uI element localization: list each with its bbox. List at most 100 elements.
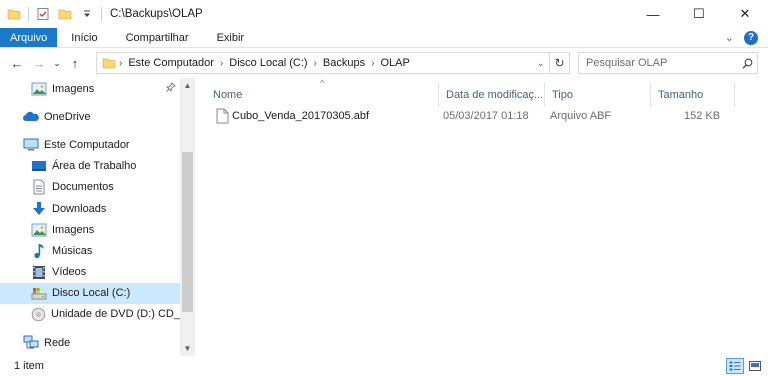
search-input[interactable] [586,57,737,69]
address-bar[interactable]: › Este Computador › Disco Local (C:) › B… [96,52,570,74]
column-label: Nome [213,88,243,101]
maximize-button[interactable]: ☐ [676,0,722,28]
file-type: Arquivo ABF [550,110,612,122]
nav-item-label: OneDrive [44,110,91,123]
crumb-olap[interactable]: OLAP [376,57,413,69]
toolbar-divider [28,7,29,21]
help-icon[interactable]: ? [744,30,758,45]
nav-item-musicas[interactable]: Músicas [0,240,180,261]
nav-item-documentos[interactable]: Documentos [0,177,180,198]
toolbar-divider [101,7,102,21]
nav-item-label: Disco Local (C:) [52,287,131,300]
column-header-data[interactable]: Data de modificaç... [439,82,545,107]
nav-item-label: Vídeos [52,266,87,279]
pin-icon[interactable] [165,82,176,95]
desktop-icon [31,158,47,174]
file-icon [216,106,232,126]
folder-icon [101,55,117,71]
chevron-right-icon[interactable]: › [218,58,225,69]
breadcrumb: › Este Computador › Disco Local (C:) › B… [97,53,531,73]
downloads-icon [31,201,47,217]
dvd-icon [31,306,46,322]
nav-item-label: Documentos [52,181,114,194]
crumb-backups[interactable]: Backups [319,57,369,69]
scroll-down-arrow-icon[interactable]: ▼ [180,341,195,356]
nav-item-disco-local[interactable]: Disco Local (C:) [0,282,180,304]
refresh-button[interactable]: ↻ [549,53,569,73]
view-switcher [726,358,764,374]
chevron-right-icon[interactable]: › [117,58,124,69]
crumb-este-computador[interactable]: Este Computador [124,57,218,69]
nav-item-label: Imagens [52,223,95,236]
file-size: 152 KB [684,110,721,122]
nav-item-label: Unidade de DVD (D:) CD_RO [51,308,195,321]
tab-exibir[interactable]: Exibir [203,28,259,47]
folder-icon [6,6,22,22]
nav-item-este-computador[interactable]: Este Computador [0,134,180,155]
status-bar: 1 item [0,356,768,376]
address-dropdown-button[interactable]: ⌄ [531,53,549,73]
nav-item-imagens-pinned[interactable]: Imagens [0,78,180,99]
chevron-right-icon[interactable]: › [369,58,376,69]
videos-icon [31,264,47,280]
item-count: 1 item [14,360,44,372]
up-button[interactable]: ↑ [64,52,86,74]
sort-ascending-icon: ^ [320,78,325,88]
expand-ribbon-icon[interactable]: ⌄ [725,31,734,44]
file-list: Nome ^ Data de modificaç... Tipo Tamanho… [196,78,768,356]
window-title: C:\Backups\OLAP [110,8,203,20]
file-name: Cubo_Venda_20170305.abf [232,110,370,122]
nav-item-label: Downloads [52,202,107,215]
large-icons-view-icon[interactable] [746,358,764,374]
nav-item-imagens[interactable]: Imagens [0,219,180,240]
nav-item-unidade-dvd[interactable]: Unidade de DVD (D:) CD_RO [0,304,195,325]
forward-button[interactable]: → [28,52,50,74]
scroll-up-arrow-icon[interactable]: ▲ [180,78,195,93]
nav-item-onedrive[interactable]: OneDrive [0,106,180,127]
column-label: Tamanho [658,88,704,101]
properties-icon[interactable] [35,6,51,22]
column-header-tamanho[interactable]: Tamanho [651,82,735,107]
nav-item-rede[interactable]: Rede [0,332,180,353]
pictures-icon [31,81,47,97]
nav-item-videos[interactable]: Vídeos [0,262,180,283]
nav-item-label: Rede [44,336,71,349]
onedrive-icon [23,109,39,125]
scrollbar-thumb[interactable] [182,152,193,312]
tab-inicio[interactable]: Início [57,28,111,47]
minimize-button[interactable]: — [630,0,676,28]
tab-compartilhar[interactable]: Compartilhar [112,28,203,47]
music-icon [31,243,47,259]
nav-item-area-de-trabalho[interactable]: Área de Trabalho [0,156,180,177]
title-bar: C:\Backups\OLAP — ☐ ✕ [0,0,768,28]
quick-access-toolbar [0,0,102,28]
column-header-tipo[interactable]: Tipo [545,82,651,107]
nav-item-label: Este Computador [44,138,130,151]
recent-locations-button[interactable]: ⌄ [50,52,64,74]
pictures-icon [31,222,47,238]
nav-item-label: Músicas [52,244,93,257]
search-icon[interactable] [737,58,757,69]
file-date: 05/03/2017 01:18 [443,110,529,122]
chevron-right-icon[interactable]: › [312,58,319,69]
search-box[interactable] [578,52,758,74]
column-label: Data de modificaç... [446,88,544,101]
back-button[interactable]: ← [6,52,28,74]
drive-icon [31,285,47,301]
tab-arquivo[interactable]: Arquivo [0,28,58,47]
new-folder-icon[interactable] [57,6,73,22]
file-row[interactable]: Cubo_Venda_20170305.abf 05/03/2017 01:18… [210,106,730,126]
column-label: Tipo [552,88,573,101]
computer-icon [23,137,39,153]
nav-pane-scrollbar[interactable]: ▲ ▼ [180,78,195,356]
navigation-tree: Imagens OneDrive Este Computador Área de… [0,78,195,353]
window-controls: — ☐ ✕ [630,0,768,28]
network-icon [23,335,39,351]
nav-item-label: Área de Trabalho [52,160,137,173]
address-row: ← → ⌄ ↑ › Este Computador › Disco Local … [0,48,768,78]
crumb-disco-local[interactable]: Disco Local (C:) [225,57,311,69]
customize-toolbar-icon[interactable] [79,6,95,22]
nav-item-downloads[interactable]: Downloads [0,198,180,219]
details-view-icon[interactable] [726,358,744,374]
close-button[interactable]: ✕ [722,0,768,28]
